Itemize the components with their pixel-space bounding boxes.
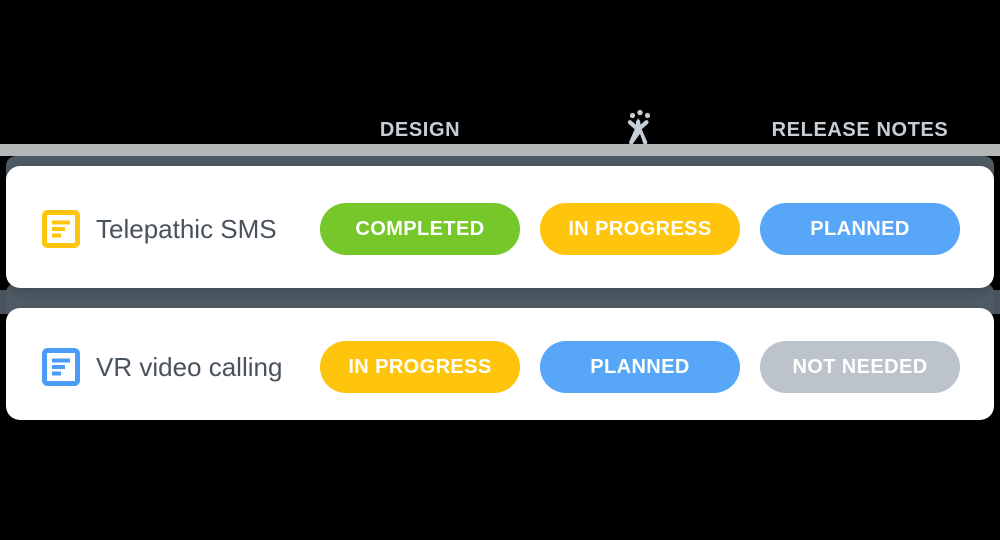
notes-document-icon [42,348,80,386]
notes-document-icon [42,210,80,248]
row-title: VR video calling [96,352,283,382]
status-badge[interactable]: IN PROGRESS [540,203,740,255]
status-badge[interactable]: NOT NEEDED [760,341,960,393]
roadmap-board: DESIGN RELEASE NOTES Telepathic SMS COMP… [0,0,1000,540]
table-row[interactable]: VR video calling IN PROGRESS PLANNED NOT… [6,308,994,420]
header-separator-band [0,144,1000,156]
status-badge[interactable]: COMPLETED [320,203,520,255]
juggling-person-icon [620,108,660,148]
row-title: Telepathic SMS [96,214,277,244]
column-header-release-notes: RELEASE NOTES [771,119,949,141]
status-badge[interactable]: PLANNED [540,341,740,393]
column-header-row: DESIGN RELEASE NOTES [0,112,1000,148]
status-badge[interactable]: PLANNED [760,203,960,255]
status-badge[interactable]: IN PROGRESS [320,341,520,393]
table-row[interactable]: Telepathic SMS COMPLETED IN PROGRESS PLA… [6,166,994,288]
column-header-design: DESIGN [379,119,461,141]
